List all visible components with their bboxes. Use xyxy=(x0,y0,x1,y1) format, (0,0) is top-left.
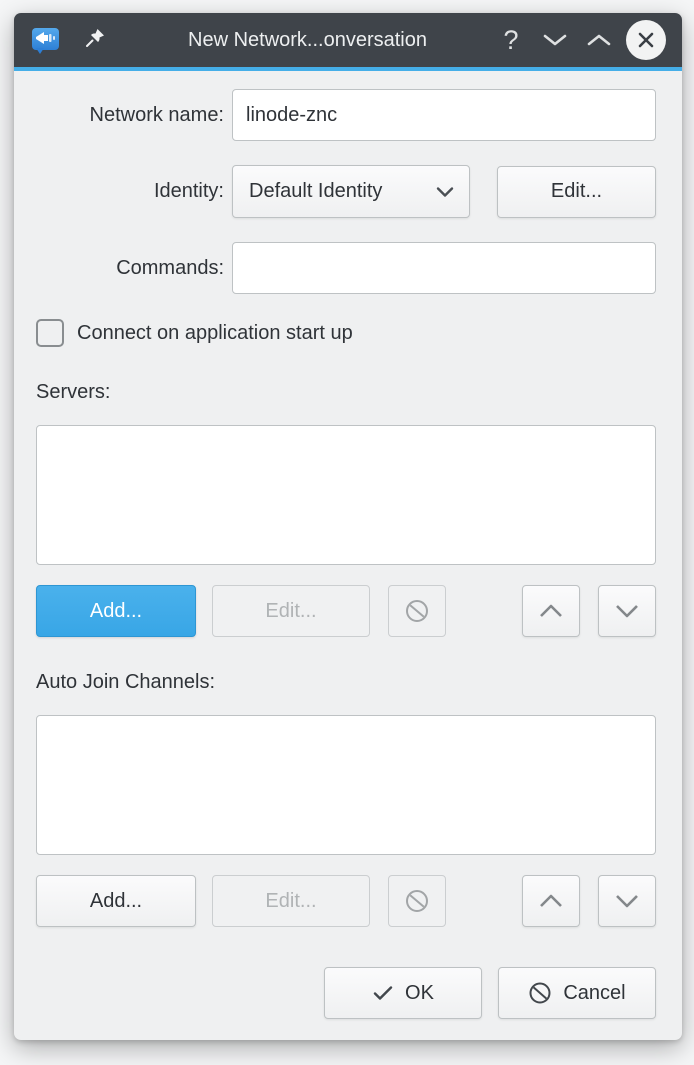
servers-edit-button[interactable]: Edit... xyxy=(212,585,370,637)
move-up-icon xyxy=(536,603,566,619)
identity-edit-label: Edit... xyxy=(551,180,602,203)
move-up-icon xyxy=(536,893,566,909)
pin-icon[interactable] xyxy=(83,26,107,55)
commands-label: Commands: xyxy=(36,257,224,280)
servers-add-label: Add... xyxy=(90,600,142,623)
servers-list[interactable] xyxy=(36,425,656,565)
servers-add-button[interactable]: Add... xyxy=(36,585,196,637)
dialog-body: Network name: Identity: Default Identity… xyxy=(14,71,682,1040)
network-name-row: Network name: xyxy=(36,89,656,141)
dialog-footer: OK Cancel xyxy=(36,967,656,1019)
channels-list[interactable] xyxy=(36,715,656,855)
cancel-icon xyxy=(528,981,552,1005)
window-title: New Network...onversation xyxy=(133,29,482,52)
servers-label: Servers: xyxy=(36,381,656,404)
channels-edit-button[interactable]: Edit... xyxy=(212,875,370,927)
servers-edit-label: Edit... xyxy=(265,600,316,623)
ok-button[interactable]: OK xyxy=(324,967,482,1019)
move-down-icon xyxy=(612,893,642,909)
servers-move-up-button[interactable] xyxy=(522,585,580,637)
channels-edit-label: Edit... xyxy=(265,890,316,913)
help-button[interactable]: ? xyxy=(496,23,526,57)
no-entry-icon xyxy=(404,888,430,914)
channels-delete-button[interactable] xyxy=(388,875,446,927)
channels-move-up-button[interactable] xyxy=(522,875,580,927)
identity-select[interactable]: Default Identity xyxy=(232,165,470,218)
minimize-button[interactable] xyxy=(540,23,570,57)
close-icon xyxy=(637,31,655,49)
close-button[interactable] xyxy=(626,20,666,60)
chevron-down-icon xyxy=(542,33,568,47)
cancel-button[interactable]: Cancel xyxy=(498,967,656,1019)
new-network-dialog: New Network...onversation ? Network name… xyxy=(14,13,682,1040)
channels-button-row: Add... Edit... xyxy=(36,875,656,927)
servers-move-down-button[interactable] xyxy=(598,585,656,637)
channels-label: Auto Join Channels: xyxy=(36,671,656,694)
connect-on-startup-row[interactable]: Connect on application start up xyxy=(36,319,656,347)
servers-delete-button[interactable] xyxy=(388,585,446,637)
connect-on-startup-label: Connect on application start up xyxy=(77,322,353,345)
konversation-icon xyxy=(32,27,59,54)
no-entry-icon xyxy=(404,598,430,624)
connect-on-startup-checkbox[interactable] xyxy=(36,319,64,347)
network-name-label: Network name: xyxy=(36,104,224,127)
identity-edit-button[interactable]: Edit... xyxy=(497,166,656,218)
dropdown-arrow-icon xyxy=(435,186,455,198)
move-down-icon xyxy=(612,603,642,619)
titlebar[interactable]: New Network...onversation ? xyxy=(14,13,682,67)
network-name-input[interactable] xyxy=(232,89,656,141)
commands-input[interactable] xyxy=(232,242,656,294)
ok-label: OK xyxy=(405,982,434,1005)
cancel-label: Cancel xyxy=(563,982,625,1005)
channels-add-button[interactable]: Add... xyxy=(36,875,196,927)
channels-move-down-button[interactable] xyxy=(598,875,656,927)
help-icon: ? xyxy=(503,27,518,54)
identity-row: Identity: Default Identity Edit... xyxy=(36,165,656,218)
identity-selected-value: Default Identity xyxy=(249,180,435,203)
servers-button-row: Add... Edit... xyxy=(36,585,656,637)
identity-label: Identity: xyxy=(36,180,224,203)
ok-check-icon xyxy=(372,984,394,1002)
channels-add-label: Add... xyxy=(90,890,142,913)
commands-row: Commands: xyxy=(36,242,656,294)
chevron-up-icon xyxy=(586,33,612,47)
maximize-button[interactable] xyxy=(584,23,614,57)
